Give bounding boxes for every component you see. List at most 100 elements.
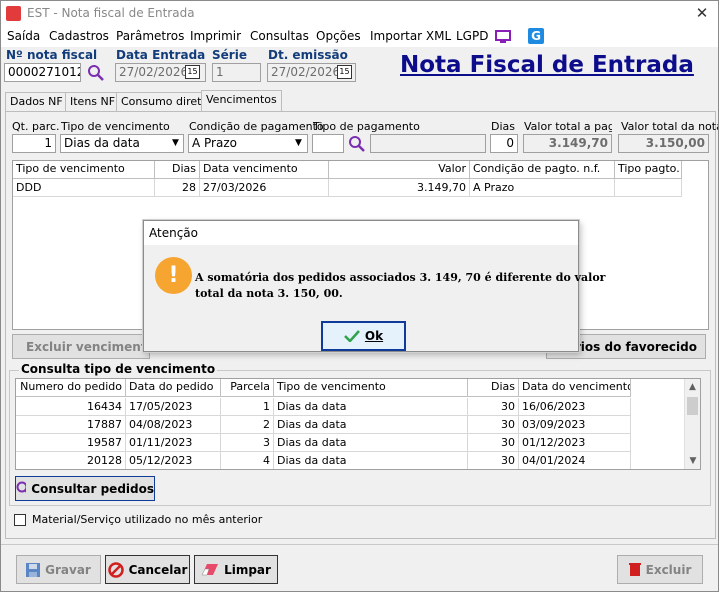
search-icon[interactable] — [348, 135, 366, 153]
excluir-button[interactable]: Excluir — [617, 555, 703, 584]
table-cell[interactable]: Dias da data — [274, 398, 468, 416]
table-cell[interactable]: Dias da data — [274, 416, 468, 434]
tipo-vencimento-select[interactable]: Dias da data — [60, 134, 184, 153]
table-cell[interactable]: 17/05/2023 — [126, 398, 221, 416]
trash-icon — [628, 563, 641, 576]
material-checkbox[interactable] — [14, 514, 26, 526]
table-cell[interactable]: 05/12/2023 — [126, 452, 221, 469]
table-cell[interactable]: 3.149,70 — [329, 179, 470, 197]
column-header[interactable]: Condição de pagto. n.f. — [470, 161, 615, 179]
limpar-button[interactable]: Limpar — [194, 555, 278, 584]
column-header[interactable]: Data do pedido — [126, 379, 221, 397]
dias-input[interactable]: 0 — [490, 134, 518, 153]
menu-lgpd[interactable]: LGPD — [456, 29, 488, 43]
table-cell[interactable]: 30 — [468, 452, 519, 469]
refresh-g-icon[interactable]: G — [528, 28, 544, 44]
table-cell[interactable]: 20128 — [16, 452, 126, 469]
consulta-grid[interactable]: Numero do pedido Data do pedido Parcela … — [15, 378, 701, 470]
table-cell[interactable]: 17887 — [16, 416, 126, 434]
column-header[interactable]: Dias — [155, 161, 200, 179]
data-entrada-label: Data Entrada — [116, 48, 206, 62]
qt-parc-input[interactable]: 1 — [12, 134, 56, 153]
column-header[interactable]: Valor — [329, 161, 470, 179]
close-window-button[interactable]: ✕ — [691, 4, 713, 24]
cancelar-label: Cancelar — [128, 562, 188, 577]
excluir-vencimento-button[interactable]: Excluir vencimento — [12, 334, 155, 359]
chevron-down-icon[interactable]: ▼ — [291, 135, 306, 152]
tab-itens-nf[interactable]: Itens NF — [65, 92, 121, 111]
column-header[interactable]: Data do vencimento — [519, 379, 631, 397]
menu-opcoes[interactable]: Opções — [316, 29, 361, 43]
tipo-pagamento-code-input[interactable] — [312, 134, 344, 153]
table-cell[interactable]: 01/12/2023 — [519, 434, 631, 452]
column-header[interactable]: Dias — [468, 379, 519, 397]
table-cell[interactable]: 03/09/2023 — [519, 416, 631, 434]
table-cell[interactable]: 27/03/2026 — [200, 179, 329, 197]
search-icon[interactable] — [87, 64, 105, 82]
table-cell[interactable]: 1 — [221, 398, 274, 416]
menu-parametros[interactable]: Parâmetros — [116, 29, 184, 43]
column-header[interactable]: Data vencimento — [200, 161, 329, 179]
table-cell[interactable]: Dias da data — [274, 452, 468, 469]
table-cell[interactable] — [615, 179, 682, 197]
valor-total-pagar-value: 3.149,70 — [523, 134, 612, 153]
calendar-icon[interactable]: 15 — [337, 65, 352, 79]
save-icon — [26, 562, 41, 577]
consultar-pedidos-label: Consultar pedidos — [31, 481, 154, 496]
scroll-thumb[interactable] — [687, 397, 698, 415]
dias-label: Dias — [491, 120, 515, 133]
table-cell[interactable]: 28 — [155, 179, 200, 197]
table-cell[interactable]: 2 — [221, 416, 274, 434]
gravar-button[interactable]: Gravar — [16, 555, 101, 584]
scroll-down-icon[interactable]: ▼ — [685, 453, 700, 469]
material-checkbox-label[interactable]: Material/Serviço utilizado no mês anteri… — [32, 513, 262, 526]
dados-bancarios-label: cários do favorecido — [559, 339, 697, 354]
condicao-pagamento-select[interactable]: A Prazo — [188, 134, 308, 153]
gravar-label: Gravar — [45, 562, 91, 577]
ok-button[interactable]: Ok — [321, 321, 406, 351]
table-cell[interactable]: 16/06/2023 — [519, 398, 631, 416]
consultar-pedidos-button[interactable]: Consultar pedidos — [15, 476, 155, 501]
column-header[interactable]: Numero do pedido — [16, 379, 126, 397]
scroll-up-icon[interactable]: ▲ — [685, 379, 700, 395]
table-cell[interactable]: 4 — [221, 452, 274, 469]
bottom-bar-divider — [1, 544, 718, 545]
menu-saida[interactable]: Saída — [7, 29, 40, 43]
table-cell[interactable]: DDD — [13, 179, 155, 197]
vertical-scrollbar[interactable]: ▲ ▼ — [684, 379, 700, 469]
monitor-icon[interactable] — [495, 30, 511, 44]
page-title: Nota Fiscal de Entrada — [400, 52, 694, 78]
tab-dados-nf[interactable]: Dados NF — [5, 92, 68, 111]
table-cell[interactable]: 30 — [468, 434, 519, 452]
column-header[interactable]: Tipo de vencimento — [13, 161, 155, 179]
tab-vencimentos[interactable]: Vencimentos — [201, 90, 282, 112]
dialog-title: Atenção — [144, 221, 578, 245]
table-cell[interactable]: Dias da data — [274, 434, 468, 452]
nota-fiscal-input[interactable]: 0000271012 — [4, 63, 81, 82]
table-cell[interactable]: 04/01/2024 — [519, 452, 631, 469]
table-cell[interactable]: 30 — [468, 416, 519, 434]
table-cell[interactable]: 19587 — [16, 434, 126, 452]
chevron-down-icon[interactable]: ▼ — [168, 135, 183, 152]
menu-imprimir[interactable]: Imprimir — [190, 29, 241, 43]
table-cell[interactable]: 30 — [468, 398, 519, 416]
column-header[interactable]: Tipo pagto. — [615, 161, 682, 179]
column-header[interactable]: Tipo de vencimento — [274, 379, 468, 397]
cancel-icon — [107, 561, 124, 578]
menu-importar-xml[interactable]: Importar XML — [370, 29, 451, 43]
menu-bar: Saída Cadastros Parâmetros Imprimir Cons… — [1, 27, 718, 47]
table-cell[interactable]: 04/08/2023 — [126, 416, 221, 434]
table-cell[interactable]: 16434 — [16, 398, 126, 416]
cancelar-button[interactable]: Cancelar — [105, 555, 190, 584]
table-cell[interactable]: A Prazo — [470, 179, 615, 197]
tab-consumo-direto[interactable]: Consumo direto — [116, 92, 214, 111]
table-cell[interactable]: 01/11/2023 — [126, 434, 221, 452]
qt-parc-label: Qt. parc. — [12, 120, 60, 133]
menu-cadastros[interactable]: Cadastros — [49, 29, 109, 43]
serie-input[interactable]: 1 — [212, 63, 261, 82]
calendar-icon[interactable]: 15 — [185, 65, 200, 79]
table-cell[interactable]: 3 — [221, 434, 274, 452]
window-title: EST - Nota fiscal de Entrada — [27, 6, 195, 20]
column-header[interactable]: Parcela — [221, 379, 274, 397]
menu-consultas[interactable]: Consultas — [250, 29, 309, 43]
